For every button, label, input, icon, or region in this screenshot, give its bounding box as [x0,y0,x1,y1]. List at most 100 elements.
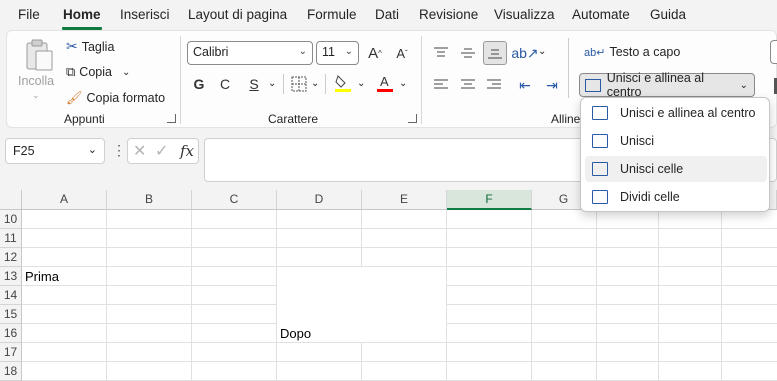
menu-item-merge-and-center[interactable]: Unisci e allinea al centro [585,100,767,126]
chevron-down-icon: ⌄ [739,79,748,91]
more-options-icon[interactable]: ⋮ [112,142,126,159]
decrease-font-icon[interactable]: Aˇ [391,42,413,64]
merge-dropdown-menu: Unisci e allinea al centro Unisci Unisci… [580,97,770,212]
menu-inserisci[interactable]: Inserisci [120,7,170,22]
column-header[interactable]: A [22,190,107,210]
align-right-icon[interactable] [483,74,505,96]
chevron-down-icon[interactable]: ⌄ [399,78,407,89]
fill-color-swatch [335,89,351,92]
svg-text:A: A [380,74,389,89]
menu-revisione[interactable]: Revisione [419,7,478,22]
cell-a13[interactable]: Prima [25,269,59,284]
font-size-value: 11 [322,45,335,59]
column-header[interactable]: E [362,190,447,210]
paste-button[interactable]: Incolla ⌄ [18,38,58,100]
separator [180,36,181,124]
wrap-text-button[interactable]: ab↵ Testo a capo [584,45,680,59]
separator [325,74,326,94]
align-top-icon[interactable] [430,42,452,64]
menu-formule[interactable]: Formule [307,7,357,22]
merge-across-icon [592,134,608,148]
merge-cells-icon [592,162,608,176]
menu-item-unmerge-cells[interactable]: Dividi celle [585,184,767,210]
row-header[interactable]: 17 [0,343,22,362]
menu-item-merge-cells[interactable]: Unisci celle [585,156,767,182]
column-header[interactable]: D [277,190,362,210]
number-format-select[interactable] [770,40,777,64]
menu-item-label: Unisci e allinea al centro [620,106,756,120]
format-painter-button[interactable]: 🖌 Copia formato [66,90,165,106]
chevron-down-icon: ⌄ [344,46,353,57]
chevron-down-icon[interactable]: ⌄ [311,78,319,89]
row-header[interactable]: 16 [0,324,22,343]
scissors-icon: ✂ [66,38,78,54]
fill-color-icon[interactable] [332,72,354,94]
chevron-down-icon[interactable]: ⌄ [122,67,130,78]
clipboard-dialog-launcher[interactable] [167,114,176,123]
row-header[interactable]: 12 [0,248,22,267]
brush-icon: 🖌 [66,90,83,105]
align-center-icon[interactable] [457,74,479,96]
name-box[interactable]: F25 ⌄ [5,138,105,164]
sheet-grid[interactable] [0,190,777,381]
copy-button[interactable]: ⧉ Copia ⌄ [66,64,130,80]
menu-item-label: Dividi celle [620,190,680,204]
italic-button[interactable]: C [214,73,236,95]
orientation-icon[interactable]: ab↗ [511,42,538,64]
format-painter-label: Copia formato [86,91,166,105]
menu-visualizza[interactable]: Visualizza [494,7,555,22]
column-header[interactable]: B [107,190,192,210]
select-all-corner[interactable] [0,190,22,210]
insert-function-icon[interactable]: fx [180,142,194,160]
menu-automate[interactable]: Automate [572,7,630,22]
column-header-selected[interactable]: F [447,190,532,210]
menu-bar: File Home Inserisci Layout di pagina For… [0,0,777,30]
chevron-down-icon: ⌄ [32,90,40,100]
font-size-select[interactable]: 11 ⌄ [316,41,359,65]
increase-indent-icon[interactable]: ⇥ [541,74,563,96]
row-header[interactable]: 14 [0,286,22,305]
cell-d16[interactable]: Dopo [280,326,311,341]
row-header[interactable]: 11 [0,229,22,248]
menu-guida[interactable]: Guida [650,7,686,22]
clipboard-icon [26,39,53,71]
font-group-label: Carattere [268,112,319,126]
menu-layout-di-pagina[interactable]: Layout di pagina [188,7,287,22]
font-dialog-launcher[interactable] [408,114,417,123]
menu-dati[interactable]: Dati [375,7,399,22]
chevron-down-icon[interactable]: ⌄ [538,46,546,57]
wrap-text-icon: ab↵ [584,46,606,59]
cut-button[interactable]: ✂ Taglia [66,38,114,55]
decrease-indent-icon[interactable]: ⇤ [514,74,536,96]
row-header[interactable]: 18 [0,362,22,381]
cancel-icon[interactable]: ✕ [133,141,146,161]
name-box-value: F25 [13,144,35,158]
align-bottom-icon[interactable] [483,41,507,65]
bold-button[interactable]: G [188,73,210,95]
row-header[interactable]: 10 [0,210,22,229]
row-header[interactable]: 15 [0,305,22,324]
font-color-icon[interactable]: A [374,72,396,94]
column-header[interactable]: C [192,190,277,210]
font-name-select[interactable]: Calibri ⌄ [187,41,313,65]
merge-center-button[interactable]: Unisci e allinea al centro ⌄ [579,71,755,99]
chevron-down-icon[interactable]: ⌄ [268,78,276,89]
menu-item-label: Unisci celle [620,162,684,176]
menu-file[interactable]: File [18,7,40,22]
chevron-down-icon: ⌄ [298,46,307,57]
enter-icon[interactable]: ✓ [155,141,168,161]
separator [421,36,422,124]
menu-item-label: Unisci [620,134,655,148]
chevron-down-icon[interactable]: ⌄ [357,78,365,89]
align-left-icon[interactable] [430,74,452,96]
row-header[interactable]: 13 [0,267,22,286]
borders-icon[interactable] [288,73,310,95]
cut-label: Taglia [81,39,115,54]
align-middle-icon[interactable] [457,42,479,64]
separator [568,38,569,98]
merge-icon [585,78,601,92]
underline-button[interactable]: S [243,73,265,95]
increase-font-icon[interactable]: A ^ [364,42,386,64]
menu-home[interactable]: Home [63,7,101,22]
menu-item-merge-across[interactable]: Unisci [585,128,767,154]
